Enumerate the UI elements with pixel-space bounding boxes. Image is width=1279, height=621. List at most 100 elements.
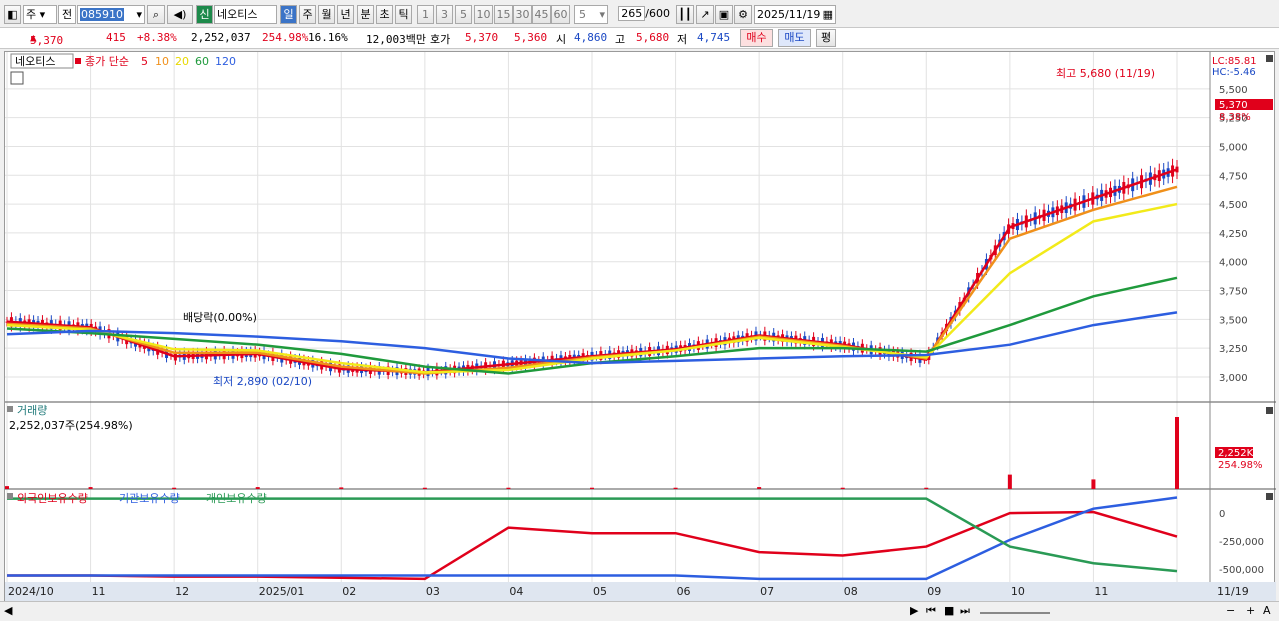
x-tick-label: 2025/01 bbox=[259, 585, 305, 598]
high-label: 고 bbox=[615, 33, 626, 46]
volume-last-pct: 254.98% bbox=[1218, 460, 1263, 471]
holdings-tick-label: -250,000 bbox=[1219, 537, 1264, 548]
price-tick-label: 3,250 bbox=[1219, 344, 1248, 355]
interval-3[interactable]: 3 bbox=[436, 5, 453, 24]
last-icon[interactable]: ⏭ bbox=[960, 604, 970, 618]
zoom-in-icon[interactable]: + bbox=[1246, 604, 1255, 617]
period-day[interactable]: 일 bbox=[280, 5, 297, 24]
interval-45[interactable]: 45 bbox=[532, 5, 551, 24]
quote-bar: 5,370 ▲ 415 +8.38% 2,252,037 254.98% 16.… bbox=[0, 28, 1279, 49]
open-price: 4,860 bbox=[574, 31, 608, 44]
interval-10[interactable]: 10 bbox=[474, 5, 493, 24]
window-icon[interactable]: ◧ bbox=[4, 5, 21, 24]
change-pct: +8.38% bbox=[137, 31, 177, 44]
dividend-annotation: 배당락(0.00%) bbox=[183, 311, 257, 324]
turnover: 16.16% bbox=[308, 31, 348, 44]
volume-close-icon[interactable] bbox=[1266, 407, 1273, 414]
hc-label: HC:-5.46 bbox=[1212, 67, 1256, 78]
volume-last-marker: 2,252K bbox=[1218, 448, 1254, 459]
price-tick-label: 3,000 bbox=[1219, 373, 1248, 384]
x-tick-label: 04 bbox=[509, 585, 523, 598]
date-input[interactable]: 2025/11/19 ▦ bbox=[754, 5, 836, 24]
holdings-close-icon[interactable] bbox=[1266, 493, 1273, 500]
ma60-legend: 60 bbox=[195, 55, 209, 68]
lc-label: LC:85.81 bbox=[1212, 56, 1257, 67]
ma20-legend: 20 bbox=[175, 55, 189, 68]
high-price: 5,680 bbox=[636, 31, 670, 44]
candle-icon[interactable]: ┃┃ bbox=[676, 5, 694, 24]
x-tick-label: 2024/10 bbox=[8, 585, 54, 598]
last-price-marker: 5,370 bbox=[1219, 100, 1248, 111]
high-annotation: 최고 5,680 (11/19) bbox=[1056, 67, 1155, 80]
x-tick-label: 07 bbox=[760, 585, 774, 598]
calendar-icon[interactable]: ▦ bbox=[823, 6, 833, 23]
text-icon[interactable]: A bbox=[1263, 604, 1271, 617]
market-select[interactable]: 주 ▾ bbox=[23, 5, 57, 24]
eval-button[interactable]: 평 bbox=[816, 29, 836, 47]
volume-bar bbox=[1175, 417, 1179, 489]
buy-button[interactable]: 매수 bbox=[740, 29, 773, 47]
interval-1[interactable]: 1 bbox=[417, 5, 434, 24]
foreign-legend: 외국인보유수량 bbox=[17, 492, 88, 505]
gear-icon[interactable]: ⚙ bbox=[734, 5, 752, 24]
interval-15[interactable]: 15 bbox=[494, 5, 513, 24]
period-month[interactable]: 월 bbox=[318, 5, 335, 24]
x-tick-label: 02 bbox=[342, 585, 356, 598]
x-tick-label: 11 bbox=[92, 585, 106, 598]
first-icon[interactable]: ⏮ bbox=[926, 604, 936, 618]
period-minute[interactable]: 분 bbox=[357, 5, 374, 24]
price-tick-label: 4,250 bbox=[1219, 229, 1248, 240]
toolbar: ◧ 주 ▾ 전 085910 ▾ ⌕ ◀) 신 네오티스 일 주 월 년 분 초 … bbox=[0, 0, 1279, 28]
period-tick[interactable]: 틱 bbox=[395, 5, 412, 24]
indiv-legend: 개인보유수량 bbox=[206, 492, 267, 505]
x-tick-label: 12 bbox=[175, 585, 189, 598]
volume-bar bbox=[422, 487, 427, 489]
interval-select[interactable]: 5 ▾ bbox=[574, 5, 608, 24]
volume-bar bbox=[840, 487, 845, 489]
new-badge: 신 bbox=[196, 5, 213, 24]
prev-select[interactable]: 전 bbox=[58, 5, 76, 24]
save-icon[interactable]: ▣ bbox=[715, 5, 733, 24]
search-icon[interactable]: ⌕ bbox=[147, 5, 165, 24]
interval-60[interactable]: 60 bbox=[551, 5, 570, 24]
interval-30[interactable]: 30 bbox=[513, 5, 532, 24]
period-year[interactable]: 년 bbox=[337, 5, 354, 24]
volume-bar bbox=[590, 487, 594, 489]
ask-label: 호가 bbox=[430, 33, 451, 46]
zoom-slider[interactable] bbox=[980, 604, 1050, 614]
x-tick-label: 11/19 bbox=[1217, 585, 1249, 598]
chart-area[interactable]: 2024/10 11 12 2025/01 02 03 04 05 06 07 08 09 10 11 11… bbox=[4, 51, 1276, 602]
scroll-right-icon[interactable]: ▶ bbox=[910, 604, 918, 617]
speaker-icon[interactable]: ◀) bbox=[167, 5, 193, 24]
trade-amount: 12,003백만 bbox=[366, 33, 426, 46]
price-tick-label: 5,500 bbox=[1219, 85, 1248, 96]
volume-bar bbox=[88, 487, 93, 489]
stock-code-input[interactable]: 085910 ▾ bbox=[77, 5, 145, 24]
ma120-legend: 120 bbox=[215, 55, 236, 68]
period-second[interactable]: 초 bbox=[376, 5, 393, 24]
stock-name[interactable]: 네오티스 bbox=[214, 5, 277, 24]
volume-bar bbox=[172, 487, 177, 489]
interval-5[interactable]: 5 bbox=[455, 5, 472, 24]
volume-title: 거래량 bbox=[17, 404, 47, 417]
low-annotation: 최저 2,890 (02/10) bbox=[213, 375, 312, 388]
price-chart-svg[interactable]: 2024/10 11 12 2025/01 02 03 04 05 06 07 08 09 10 11 11… bbox=[5, 52, 1276, 602]
holdings-tick-label: -500,000 bbox=[1219, 565, 1264, 576]
count-input[interactable]: 265/600 bbox=[612, 5, 670, 24]
ma10-legend: 10 bbox=[155, 55, 169, 68]
table-toggle-icon[interactable] bbox=[10, 71, 24, 85]
sell-button[interactable]: 매도 bbox=[778, 29, 811, 47]
scroll-left-icon[interactable]: ◀ bbox=[4, 604, 12, 617]
price-tick-label: 4,500 bbox=[1219, 200, 1248, 211]
volume-bar bbox=[506, 487, 511, 489]
x-tick-label: 10 bbox=[1011, 585, 1025, 598]
scroll-bar[interactable]: ◀ ▶ ⏮ ■ ⏭ − + A bbox=[0, 601, 1279, 621]
stop-icon[interactable]: ■ bbox=[944, 604, 954, 617]
draw-tool-icon[interactable]: ↗ bbox=[696, 5, 714, 24]
zoom-out-icon[interactable]: − bbox=[1226, 604, 1235, 617]
volume-bar bbox=[5, 486, 9, 489]
current-price: 5,370 ▲ bbox=[30, 31, 64, 47]
ma-label: 종가 단순 bbox=[85, 55, 129, 68]
price-close-icon[interactable] bbox=[1266, 55, 1273, 62]
period-week[interactable]: 주 bbox=[299, 5, 316, 24]
